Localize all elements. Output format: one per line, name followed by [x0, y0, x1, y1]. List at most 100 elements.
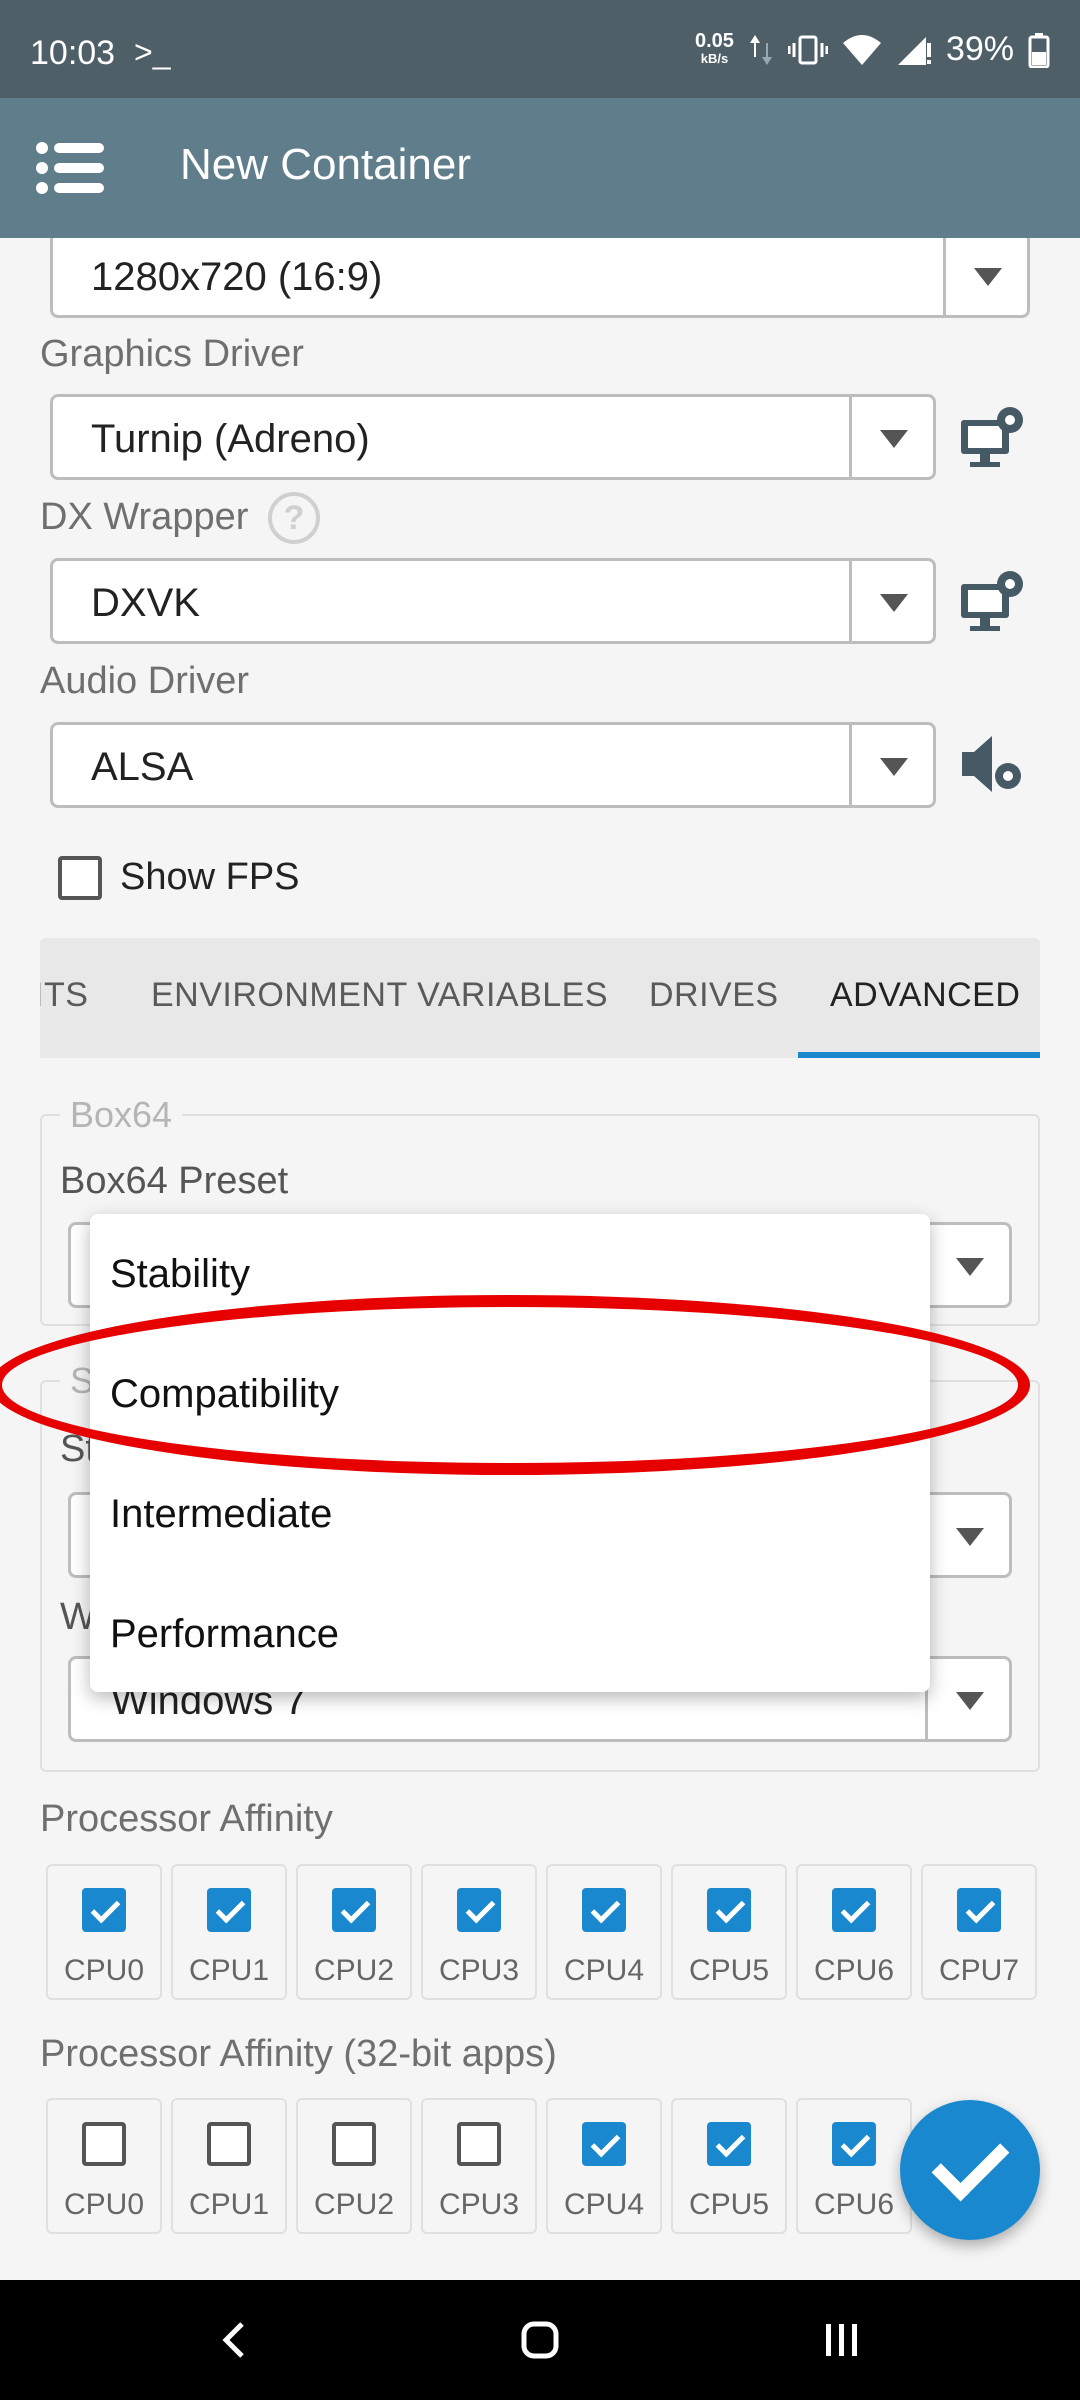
audio-config-icon[interactable] [958, 730, 1028, 800]
cpu-label: CPU4 [563, 2188, 645, 2221]
menu-icon[interactable] [36, 142, 104, 194]
cpu-cell[interactable]: CPU4 [546, 1864, 662, 2000]
graphics-driver-value: Turnip (Adreno) [91, 417, 370, 461]
vibrate-icon [787, 35, 828, 64]
screen-size-select[interactable]: 1280x720 (16:9) [50, 238, 1030, 318]
cpu-label: CPU2 [313, 1954, 395, 1987]
graphics-driver-select[interactable]: Turnip (Adreno) [50, 394, 936, 480]
cpu-checkbox[interactable] [957, 1888, 1001, 1932]
cpu-label: CPU3 [438, 1954, 520, 1987]
cpu-checkbox[interactable] [707, 2122, 751, 2166]
dropdown-arrow-icon[interactable] [943, 238, 1027, 315]
option-stability[interactable]: Stability [110, 1252, 250, 1297]
net-speed: 0.05 kB/s [695, 29, 734, 68]
cpu-cell[interactable]: CPU6 [796, 2098, 912, 2234]
processor-affinity-label: Processor Affinity [40, 1798, 333, 1840]
dropdown-arrow-icon[interactable] [925, 1495, 1009, 1575]
dropdown-arrow-icon[interactable] [925, 1225, 1009, 1305]
graphics-driver-label: Graphics Driver [40, 333, 304, 375]
net-speed-value: 0.05 [695, 29, 734, 52]
screen-size-value: 1280x720 (16:9) [91, 255, 383, 299]
net-speed-unit: kB/s [700, 50, 729, 66]
navigation-bar [0, 2280, 1080, 2400]
cpu-cell[interactable]: CPU2 [296, 1864, 412, 2000]
signal-icon [897, 36, 931, 65]
status-right: 0.05 kB/s 39% [695, 30, 1050, 69]
box64-preset-label: Box64 Preset [60, 1160, 289, 1202]
cpu-checkbox[interactable] [207, 2122, 251, 2166]
recents-icon[interactable] [822, 2322, 862, 2358]
cpu-cell[interactable]: CPU6 [796, 1864, 912, 2000]
cpu-label: CPU5 [688, 1954, 770, 1987]
cpu-cell[interactable]: CPU3 [421, 1864, 537, 2000]
status-time: 10:03 [30, 34, 116, 72]
back-icon[interactable] [218, 2320, 248, 2360]
page-title: New Container [180, 140, 472, 189]
cpu-checkbox[interactable] [832, 1888, 876, 1932]
cpu-checkbox[interactable] [457, 1888, 501, 1932]
wifi-icon [842, 34, 881, 65]
confirm-fab-button[interactable] [900, 2100, 1040, 2240]
status-bar: 10:03 >_ 0.05 kB/s 39% [0, 0, 1080, 98]
terminal-icon: >_ [134, 34, 171, 70]
cpu-checkbox[interactable] [82, 2122, 126, 2166]
cpu-checkbox[interactable] [582, 2122, 626, 2166]
dx-wrapper-select[interactable]: DXVK [50, 558, 936, 644]
cpu-checkbox[interactable] [332, 1888, 376, 1932]
cpu-cell[interactable]: CPU0 [46, 1864, 162, 2000]
dropdown-arrow-icon[interactable] [849, 397, 933, 477]
cpu-cell[interactable]: CPU1 [171, 2098, 287, 2234]
tab-components[interactable]: ITS [40, 976, 88, 1015]
dropdown-arrow-icon[interactable] [849, 725, 933, 805]
dx-wrapper-value: DXVK [91, 581, 200, 625]
cpu-checkbox[interactable] [457, 2122, 501, 2166]
home-icon[interactable] [520, 2318, 560, 2362]
box64-group-label: Box64 [60, 1094, 183, 1136]
cpu-label: CPU0 [63, 1954, 145, 1987]
cpu-checkbox[interactable] [832, 2122, 876, 2166]
cpu-label: CPU3 [438, 2188, 520, 2221]
dx-wrapper-label: DX Wrapper [40, 496, 249, 538]
cpu-checkbox[interactable] [207, 1888, 251, 1932]
tab-bar: ITS ENVIRONMENT VARIABLES DRIVES ADVANCE… [40, 938, 1040, 1058]
driver-config-icon[interactable] [958, 402, 1028, 472]
dropdown-arrow-icon[interactable] [925, 1659, 1009, 1739]
cpu-cell[interactable]: CPU2 [296, 2098, 412, 2234]
cpu-label: CPU4 [563, 1954, 645, 1987]
dx-config-icon[interactable] [958, 566, 1028, 636]
cpu-label: CPU5 [688, 2188, 770, 2221]
cpu-cell[interactable]: CPU3 [421, 2098, 537, 2234]
cpu-cell[interactable]: CPU7 [921, 1864, 1037, 2000]
cpu-checkbox[interactable] [332, 2122, 376, 2166]
show-fps-label: Show FPS [120, 856, 300, 898]
active-tab-indicator [798, 1052, 1040, 1058]
battery-icon [1028, 32, 1050, 68]
tab-environment-variables[interactable]: ENVIRONMENT VARIABLES [151, 976, 608, 1015]
cpu-cell[interactable]: CPU5 [671, 2098, 787, 2234]
cpu-checkbox[interactable] [707, 1888, 751, 1932]
show-fps-checkbox[interactable] [58, 856, 102, 900]
cpu-cell[interactable]: CPU0 [46, 2098, 162, 2234]
cpu-label: CPU2 [313, 2188, 395, 2221]
tab-advanced[interactable]: ADVANCED [830, 976, 1020, 1015]
audio-driver-select[interactable]: ALSA [50, 722, 936, 808]
help-icon[interactable]: ? [268, 492, 320, 544]
data-arrows-icon [749, 34, 772, 65]
cpu-cell[interactable]: CPU1 [171, 1864, 287, 2000]
cpu-cell[interactable]: CPU4 [546, 2098, 662, 2234]
battery-percent: 39% [945, 30, 1014, 68]
processor-affinity-32-label: Processor Affinity (32-bit apps) [40, 2033, 557, 2075]
cpu-label: CPU6 [813, 1954, 895, 1987]
cpu-cell[interactable]: CPU5 [671, 1864, 787, 2000]
cpu-label: CPU0 [63, 2188, 145, 2221]
dropdown-arrow-icon[interactable] [849, 561, 933, 641]
audio-driver-value: ALSA [91, 745, 194, 789]
option-compatibility[interactable]: Compatibility [110, 1372, 339, 1417]
cpu-checkbox[interactable] [582, 1888, 626, 1932]
tab-drives[interactable]: DRIVES [649, 976, 779, 1015]
cpu-label: CPU1 [188, 2188, 270, 2221]
option-intermediate[interactable]: Intermediate [110, 1492, 332, 1537]
option-performance[interactable]: Performance [110, 1612, 339, 1657]
content-area: 1280x720 (16:9) Graphics Driver Turnip (… [0, 238, 1080, 2280]
cpu-checkbox[interactable] [82, 1888, 126, 1932]
